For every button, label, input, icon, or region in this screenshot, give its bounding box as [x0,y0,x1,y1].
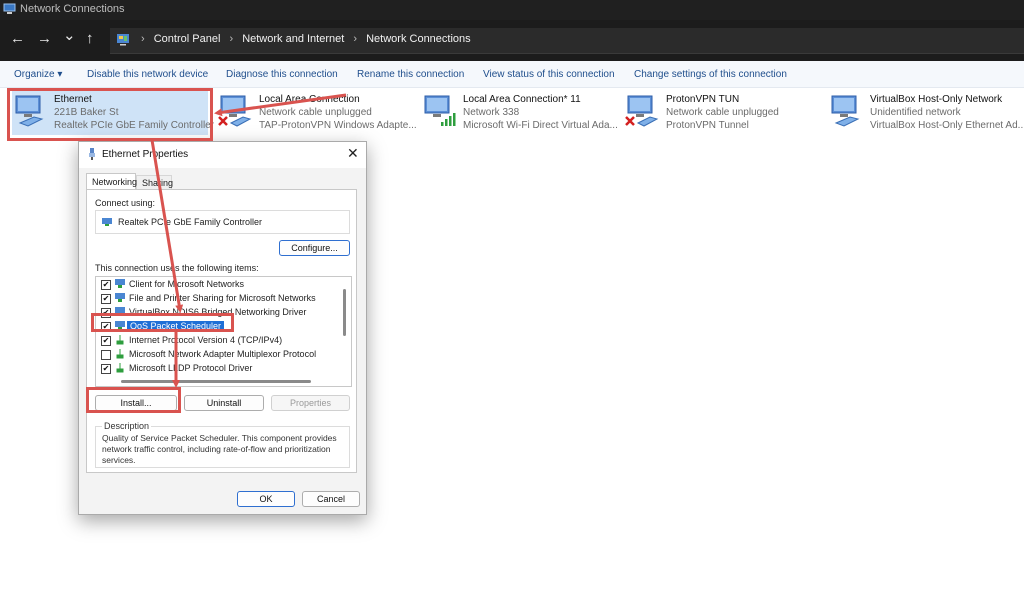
configure-button[interactable]: Configure... [279,240,350,256]
connect-using-label: Connect using: [95,198,156,208]
description-text: Quality of Service Packet Scheduler. Thi… [102,433,337,465]
control-panel-icon [117,34,129,46]
breadcrumb-separator: › [141,33,145,45]
list-item[interactable]: ✔ File and Printer Sharing for Microsoft… [96,292,336,305]
network-client-icon [115,279,125,288]
ethernet-highlight-box [7,88,213,141]
command-bar: Organize ▾ Disable this network device D… [0,61,1024,88]
qos-highlight-box [91,313,234,332]
breadcrumb: › Control Panel › Network and Internet ›… [135,33,471,45]
protocol-icon [116,363,124,373]
protocol-icon [116,349,124,359]
adapter-device: TAP-ProtonVPN Windows Adapte... [259,120,417,131]
horizontal-scrollbar[interactable] [121,380,311,383]
adapter-local-area-connection-11[interactable]: Local Area Connection* 11 Network 338 Mi… [421,89,621,135]
address-box[interactable]: › Control Panel › Network and Internet ›… [110,28,1024,54]
breadcrumb-separator: › [229,33,234,45]
description-group: Description Quality of Service Packet Sc… [95,421,350,468]
forward-button[interactable]: → [37,30,52,48]
close-icon[interactable]: ✕ [347,145,359,162]
properties-button: Properties [271,395,350,411]
breadcrumb-network-connections[interactable]: Network Connections [366,33,471,45]
diagnose-command[interactable]: Diagnose this connection [226,69,338,80]
organize-menu[interactable]: Organize ▾ [14,69,62,80]
network-connections-icon [3,3,16,14]
adapter-status: Network cable unplugged [666,107,779,118]
cancel-button[interactable]: Cancel [302,491,360,507]
list-item[interactable]: ✔ Client for Microsoft Networks [96,278,336,291]
change-settings-command[interactable]: Change settings of this connection [634,69,787,80]
adapter-local-area-connection[interactable]: Local Area Connection Network cable unpl… [217,89,417,135]
item-checkbox[interactable] [101,350,111,360]
breadcrumb-separator: › [353,33,358,45]
item-label: Microsoft LLDP Protocol Driver [129,363,253,373]
tab-sharing[interactable]: Sharing [136,175,173,189]
adapter-name: Local Area Connection [259,94,360,105]
list-item[interactable]: ✔ Microsoft LLDP Protocol Driver [96,362,336,375]
wifi-adapter-icon [424,95,456,126]
items-label: This connection uses the following items… [95,263,259,273]
network-client-icon [115,293,125,302]
dialog-title: Ethernet Properties [102,149,189,160]
adapter-device: VirtualBox Host-Only Ethernet Ad... [870,120,1024,131]
adapter-name: Local Area Connection* 11 [463,94,581,105]
up-button[interactable]: ↑ [86,30,94,48]
breadcrumb-control-panel[interactable]: Control Panel [154,33,221,45]
window-title: Network Connections [20,3,125,15]
list-item[interactable]: ✔ Internet Protocol Version 4 (TCP/IPv4) [96,334,336,347]
adapter-virtualbox-host-only[interactable]: VirtualBox Host-Only Network Unidentifie… [828,89,1024,135]
ok-button[interactable]: OK [237,491,295,507]
adapter-device: Microsoft Wi-Fi Direct Virtual Ada... [463,120,618,131]
uninstall-button[interactable]: Uninstall [184,395,264,411]
back-button[interactable]: ← [10,30,25,48]
item-label: Internet Protocol Version 4 (TCP/IPv4) [129,335,283,345]
adapter-status: Network cable unplugged [259,107,372,118]
install-highlight-box [86,387,181,413]
rename-command[interactable]: Rename this connection [357,69,464,80]
item-checkbox[interactable]: ✔ [101,336,111,346]
protocol-icon [116,335,124,345]
dialog-title-bar: Ethernet Properties ✕ [79,142,366,168]
address-bar: ← → ⌄ ↑ › Control Panel › Network and In… [0,20,1024,61]
adapter-name-text: Realtek PCIe GbE Family Controller [118,217,263,227]
list-item[interactable]: Microsoft Network Adapter Multiplexor Pr… [96,348,336,361]
item-label: Microsoft Network Adapter Multiplexor Pr… [129,349,317,359]
disable-device-command[interactable]: Disable this network device [87,69,208,80]
adapter-protonvpn-tun[interactable]: ProtonVPN TUN Network cable unplugged Pr… [624,89,824,135]
network-adapter-icon [218,95,252,127]
description-label: Description [102,421,152,431]
item-checkbox[interactable]: ✔ [101,294,111,304]
vertical-scrollbar[interactable] [343,289,346,336]
network-adapter-icon [831,95,860,127]
adapter-name: VirtualBox Host-Only Network [870,94,1003,105]
item-label: Client for Microsoft Networks [129,279,245,289]
tab-networking[interactable]: Networking [86,173,137,189]
network-adapter-icon [625,95,659,127]
adapter-status: Unidentified network [870,107,961,118]
adapter-device: ProtonVPN Tunnel [666,120,749,131]
item-label: File and Printer Sharing for Microsoft N… [129,293,316,303]
adapter-name: ProtonVPN TUN [666,94,740,105]
item-checkbox[interactable]: ✔ [101,280,111,290]
network-adapter-icon [102,218,112,226]
recent-locations-button[interactable]: ⌄ [63,27,76,45]
ethernet-plug-icon [89,148,95,160]
adapter-name-box: Realtek PCIe GbE Family Controller [95,210,350,234]
breadcrumb-network-and-internet[interactable]: Network and Internet [242,33,344,45]
adapter-status: Network 338 [463,107,520,118]
item-checkbox[interactable]: ✔ [101,364,111,374]
window-title-bar: Network Connections [0,0,1024,20]
view-status-command[interactable]: View status of this connection [483,69,615,80]
